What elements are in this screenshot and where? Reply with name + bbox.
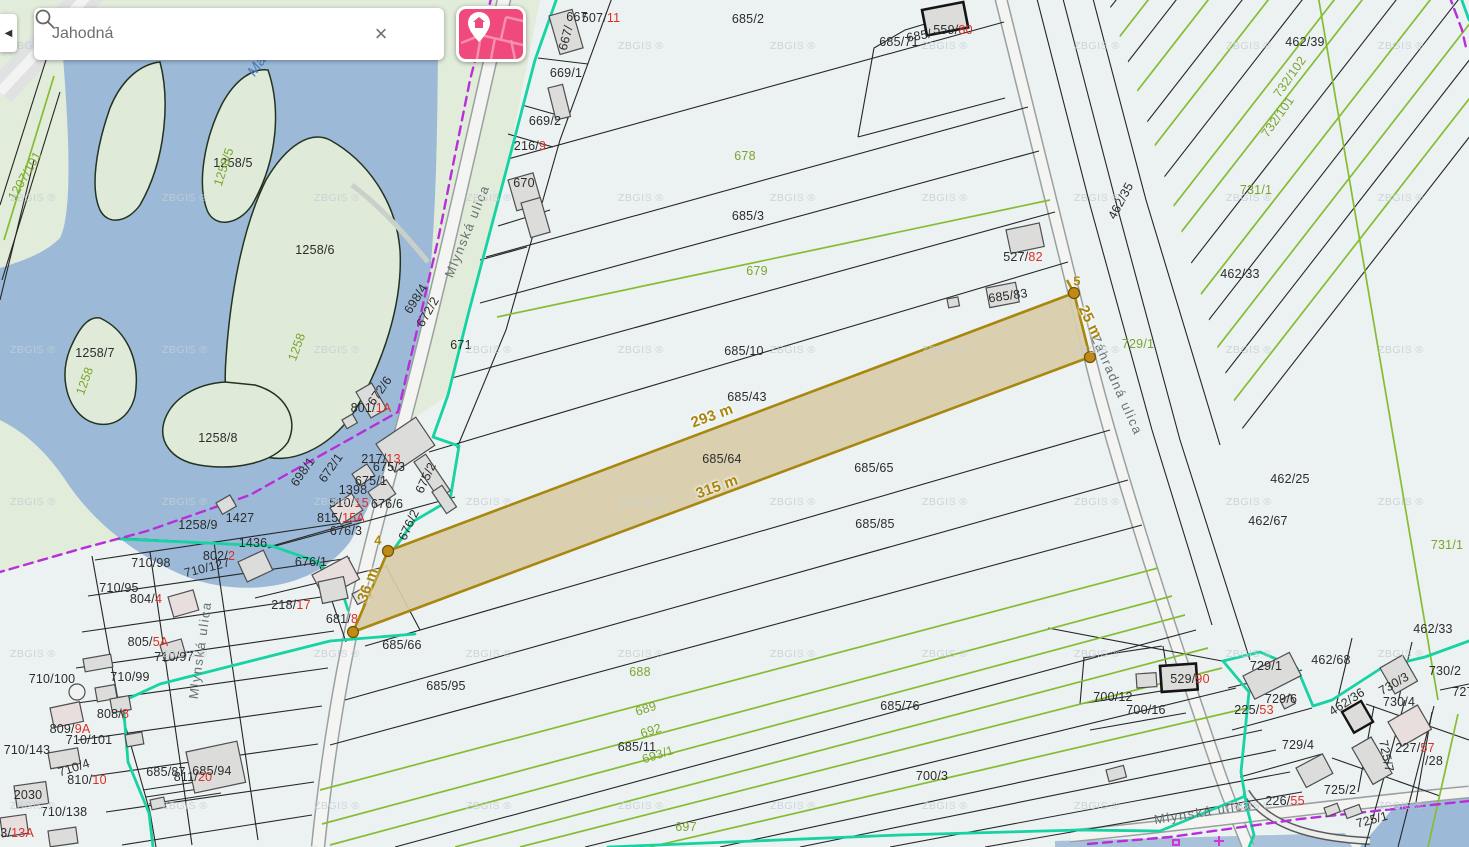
basemap-thumbnail	[459, 9, 523, 59]
basemap-toggle-button[interactable]	[456, 6, 526, 62]
chevron-left-icon: ◀	[5, 28, 13, 39]
close-icon: ×	[375, 21, 388, 47]
collapse-panel-button[interactable]: ◀	[0, 14, 17, 52]
search-input[interactable]	[34, 24, 360, 44]
search-button[interactable]	[402, 8, 444, 60]
search-icon	[34, 8, 56, 30]
map-canvas[interactable]	[0, 0, 1469, 847]
search-bar: ×	[34, 8, 444, 60]
map-app: MaMlynská ulicaMlynská ulicaMlynská ulic…	[0, 0, 1469, 847]
clear-search-button[interactable]: ×	[360, 8, 402, 60]
